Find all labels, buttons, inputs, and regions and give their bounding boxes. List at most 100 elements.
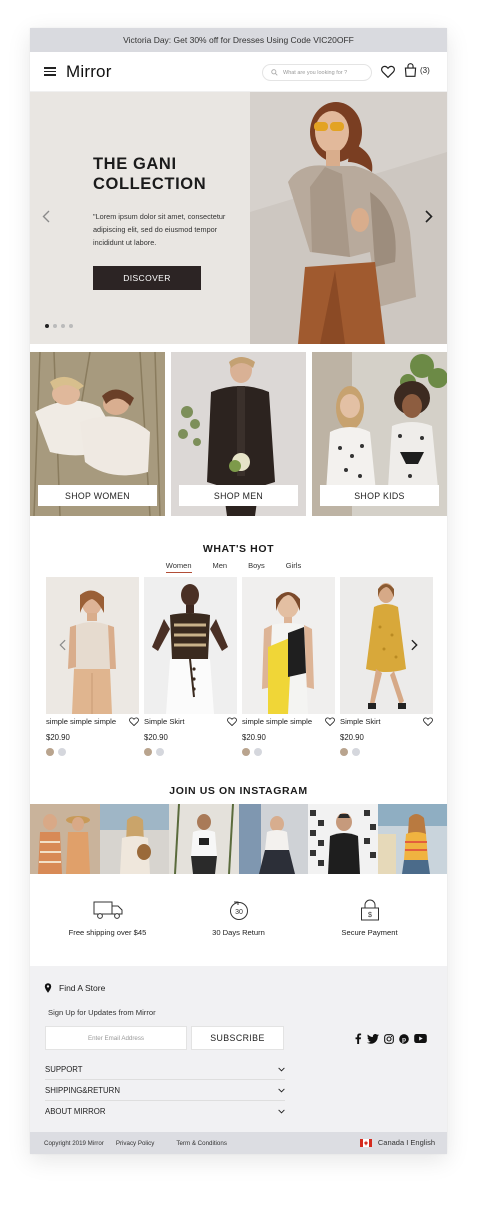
product-card[interactable]: Simple Skirt $20.90: [144, 577, 237, 756]
category-women[interactable]: SHOP WOMEN: [30, 352, 165, 516]
product-row: simple simple simple: [242, 717, 335, 726]
promo-text: Victoria Day: Get 30% off for Dresses Us…: [123, 35, 354, 45]
product-card[interactable]: simple simple simple $20.90: [242, 577, 335, 756]
shop-kids-button[interactable]: SHOP KIDS: [320, 485, 439, 506]
instagram-icon[interactable]: [384, 1033, 394, 1044]
email-field[interactable]: [51, 1034, 181, 1042]
feature-free-shipping: Free shipping over $45: [53, 899, 163, 971]
heart-icon[interactable]: [129, 717, 139, 726]
chevron-right-icon[interactable]: [425, 210, 433, 223]
hero-title: THE GANI COLLECTION: [93, 155, 207, 193]
twitter-icon[interactable]: [367, 1033, 379, 1044]
accordion-about[interactable]: ABOUT MIRROR: [45, 1101, 285, 1122]
feature-returns: 30 30 Days Return: [184, 899, 294, 971]
accordion-shipping-return[interactable]: SHIPPING&RETURN: [45, 1080, 285, 1101]
product-price: $20.90: [144, 733, 168, 742]
return-30-icon: 30: [229, 901, 248, 920]
tab-women[interactable]: Women: [165, 561, 192, 573]
page-frame: Victoria Day: Get 30% off for Dresses Us…: [30, 28, 447, 1154]
color-swatches: [242, 748, 335, 756]
product-name[interactable]: Simple Skirt: [340, 717, 381, 726]
product-price: $20.90: [242, 733, 266, 742]
color-swatch[interactable]: [46, 748, 54, 756]
accordion-label: SHIPPING&RETURN: [45, 1085, 120, 1095]
feature-label: Secure Payment: [341, 928, 398, 937]
heart-icon[interactable]: [423, 717, 433, 726]
hero-dot[interactable]: [61, 324, 65, 328]
site-footer: Find A Store Sign Up for Updates from Mi…: [30, 966, 447, 1132]
product-name[interactable]: Simple Skirt: [144, 717, 185, 726]
cart-button[interactable]: (3): [404, 63, 430, 77]
find-store-label: Find A Store: [59, 983, 106, 993]
product-image[interactable]: [340, 577, 433, 714]
hero-banner: THE GANI COLLECTION "Lorem ipsum dolor s…: [30, 92, 447, 344]
bottom-bar: Copyright 2019 Mirror Privacy Policy Ter…: [30, 1132, 447, 1154]
tab-boys[interactable]: Boys: [248, 561, 265, 573]
shop-women-button[interactable]: SHOP WOMEN: [38, 485, 157, 506]
instagram-tile[interactable]: [99, 804, 169, 874]
color-swatch[interactable]: [254, 748, 262, 756]
heart-icon[interactable]: [381, 65, 395, 78]
product-image[interactable]: [144, 577, 237, 714]
copyright-text: Copyright 2019 Mirror: [44, 1139, 104, 1147]
locale-label: Canada I English: [377, 1138, 435, 1147]
chevron-left-icon[interactable]: [59, 639, 66, 651]
heart-icon[interactable]: [325, 717, 335, 726]
heart-icon[interactable]: [227, 717, 237, 726]
privacy-policy-link[interactable]: Privacy Policy: [116, 1140, 155, 1147]
color-swatch[interactable]: [340, 748, 348, 756]
color-swatch[interactable]: [144, 748, 152, 756]
color-swatch[interactable]: [58, 748, 66, 756]
chevron-right-icon[interactable]: [411, 639, 418, 651]
instagram-tile[interactable]: [377, 804, 447, 874]
site-header: Mirror (3): [30, 52, 447, 92]
tab-girls[interactable]: Girls: [286, 561, 301, 573]
product-price: $20.90: [46, 733, 70, 742]
menu-icon[interactable]: [44, 67, 56, 76]
category-men[interactable]: SHOP MEN: [171, 352, 306, 516]
chevron-down-icon: [278, 1088, 285, 1092]
category-kids[interactable]: SHOP KIDS: [312, 352, 447, 516]
subscribe-button[interactable]: SUBSCRIBE: [191, 1026, 284, 1050]
product-card[interactable]: Simple Skirt $20.90: [340, 577, 433, 756]
color-swatch[interactable]: [156, 748, 164, 756]
promo-bar[interactable]: Victoria Day: Get 30% off for Dresses Us…: [30, 28, 447, 52]
search-input[interactable]: [283, 69, 371, 76]
features-row: Free shipping over $45 30 30 Days Return…: [30, 899, 447, 971]
discover-button[interactable]: DISCOVER: [93, 266, 201, 290]
pinterest-icon[interactable]: p: [399, 1033, 409, 1044]
product-row: Simple Skirt: [340, 717, 433, 726]
chevron-left-icon[interactable]: [42, 210, 50, 223]
color-swatch[interactable]: [242, 748, 250, 756]
hero-model-image: [250, 92, 447, 344]
facebook-icon[interactable]: [354, 1033, 362, 1044]
instagram-tile[interactable]: [238, 804, 308, 874]
product-image[interactable]: [242, 577, 335, 714]
search-box[interactable]: [262, 64, 372, 81]
locale-selector[interactable]: Canada I English: [359, 1138, 435, 1147]
hero-dot[interactable]: [69, 324, 73, 328]
hero-dot[interactable]: [45, 324, 49, 328]
terms-link[interactable]: Term & Conditions: [176, 1140, 227, 1147]
hero-dot[interactable]: [53, 324, 57, 328]
cart-count: (3): [420, 65, 430, 75]
youtube-icon[interactable]: [414, 1034, 427, 1043]
tab-men[interactable]: Men: [213, 561, 228, 573]
color-swatches: [340, 748, 433, 756]
instagram-tile[interactable]: [169, 804, 239, 874]
email-field-wrap[interactable]: [45, 1026, 187, 1050]
shop-men-button[interactable]: SHOP MEN: [179, 485, 298, 506]
feature-label: Free shipping over $45: [68, 928, 147, 937]
color-swatch[interactable]: [352, 748, 360, 756]
product-row: Simple Skirt: [144, 717, 237, 726]
product-card[interactable]: simple simple simple $20.90: [46, 577, 139, 756]
site-logo[interactable]: Mirror: [66, 62, 112, 82]
accordion-support[interactable]: SUPPORT: [45, 1059, 285, 1080]
instagram-tile[interactable]: [308, 804, 378, 874]
product-name[interactable]: simple simple simple: [46, 717, 116, 726]
find-store-link[interactable]: Find A Store: [44, 982, 105, 994]
product-name[interactable]: simple simple simple: [242, 717, 312, 726]
shopping-bag-icon: [404, 63, 417, 77]
signup-text: Sign Up for Updates from Mirror: [48, 1008, 156, 1017]
instagram-tile[interactable]: [30, 804, 100, 874]
